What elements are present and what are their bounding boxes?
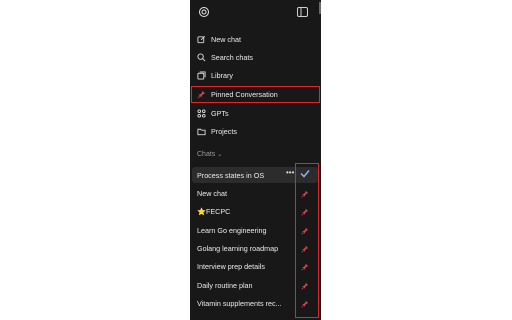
grid-icon	[197, 108, 206, 118]
chat-title: New chat	[197, 188, 227, 198]
library-label: Library	[211, 70, 233, 80]
chat-title: Interview prep details	[197, 261, 265, 271]
sidebar-header	[190, 0, 321, 26]
pin-icon[interactable]	[301, 245, 309, 253]
new-chat-button[interactable]: New chat	[192, 31, 318, 47]
edit-icon	[197, 35, 205, 43]
chats-section-header[interactable]: Chats ⌄	[197, 151, 222, 158]
chat-title: Daily routine plan	[197, 280, 253, 290]
pin-column-highlight	[295, 163, 319, 318]
gpts-button[interactable]: GPTs	[192, 105, 318, 121]
pin-icon[interactable]	[301, 227, 309, 235]
scrollbar[interactable]	[319, 2, 321, 14]
sidebar-toggle-icon[interactable]	[297, 7, 308, 17]
gpts-label: GPTs	[211, 108, 229, 118]
pin-icon[interactable]	[301, 190, 309, 198]
pin-icon	[197, 90, 206, 99]
folder-icon	[197, 128, 206, 135]
chat-title: ⭐FECPC	[197, 206, 231, 216]
projects-button[interactable]: Projects	[192, 123, 318, 139]
chat-title: Vitamin supplements rec...	[197, 298, 282, 308]
pin-icon[interactable]	[301, 263, 309, 271]
pin-icon[interactable]	[301, 300, 309, 308]
chat-title: Golang learning roadmap	[197, 243, 279, 253]
pin-icon[interactable]	[301, 208, 309, 216]
pinned-conversation-button[interactable]: Pinned Conversation	[191, 86, 320, 103]
library-button[interactable]: Library	[192, 67, 318, 83]
new-chat-label: New chat	[211, 34, 241, 44]
search-chats-button[interactable]: Search chats	[192, 49, 318, 65]
search-icon	[197, 52, 206, 61]
projects-label: Projects	[211, 126, 237, 136]
search-chats-label: Search chats	[211, 52, 253, 62]
checkmark-icon	[300, 170, 310, 178]
chat-title: Learn Go engineering	[197, 225, 267, 235]
openai-logo-icon[interactable]	[198, 6, 210, 18]
pinned-conversation-label: Pinned Conversation	[211, 90, 278, 99]
pin-icon[interactable]	[301, 282, 309, 290]
library-icon	[197, 70, 206, 80]
chat-title: Process states in OS	[197, 170, 265, 180]
chevron-down-icon: ⌄	[217, 152, 223, 158]
chats-section-label: Chats	[197, 151, 216, 158]
